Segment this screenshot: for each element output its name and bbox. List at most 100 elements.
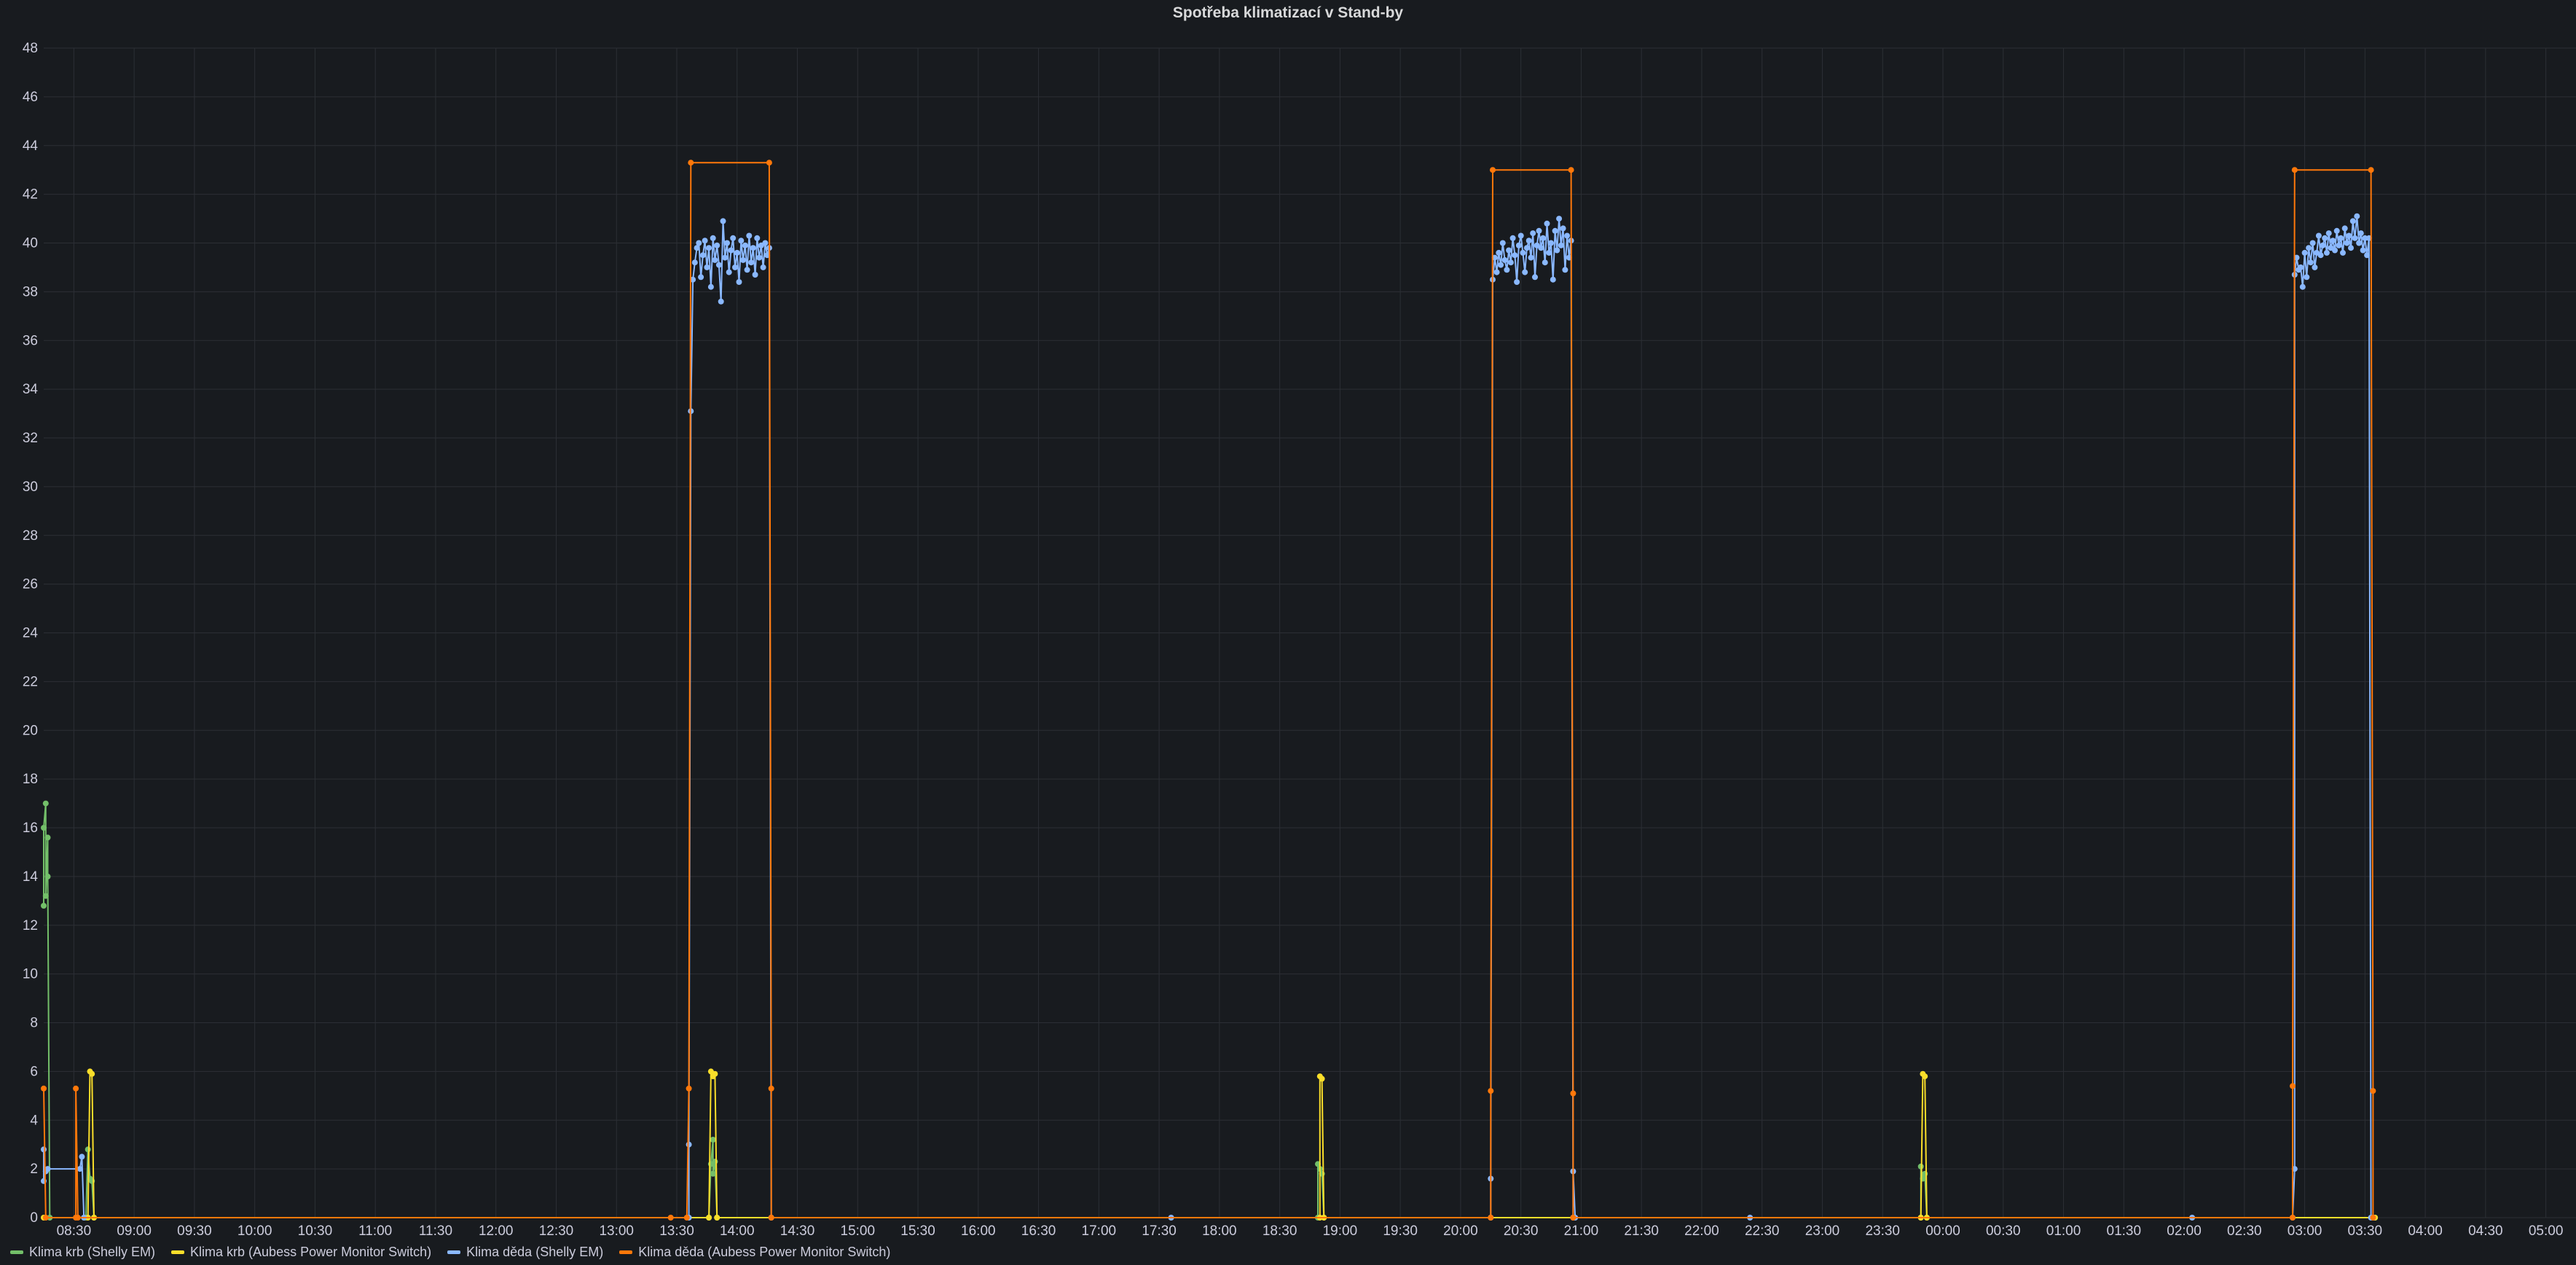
data-point (1520, 249, 1526, 256)
data-point (768, 1085, 774, 1092)
data-point (1517, 232, 1524, 239)
data-point (1564, 232, 1571, 239)
x-tick-label: 22:30 (1745, 1223, 1780, 1239)
x-tick-label: 03:00 (2288, 1223, 2322, 1239)
data-point (2322, 235, 2328, 241)
series-line (43, 215, 2373, 1218)
x-tick-label: 19:30 (1383, 1223, 1418, 1239)
data-point (1922, 1073, 1928, 1080)
data-point (707, 283, 714, 290)
x-tick-label: 13:30 (659, 1223, 694, 1239)
x-tick-label: 11:00 (358, 1223, 392, 1239)
data-point (718, 298, 724, 305)
y-tick-label: 4 (30, 1113, 38, 1128)
data-point (42, 1215, 49, 1221)
data-point (44, 834, 51, 841)
x-tick-label: 14:30 (780, 1223, 815, 1239)
y-tick-label: 16 (23, 821, 38, 836)
x-tick-label: 14:00 (720, 1223, 755, 1239)
series-line (43, 162, 2374, 1218)
data-point (722, 254, 729, 261)
data-point (1552, 227, 1558, 234)
legend-label: Klima krb (Aubess Power Monitor Switch) (190, 1244, 432, 1259)
y-tick-label: 32 (23, 431, 38, 446)
data-point (2290, 1083, 2296, 1089)
data-point (2299, 283, 2306, 290)
data-point (1488, 1088, 1494, 1094)
data-point (2333, 227, 2340, 234)
data-point (2336, 242, 2342, 248)
data-point (746, 232, 753, 239)
data-point (2348, 245, 2354, 251)
data-point (1536, 227, 1542, 234)
data-point (2323, 249, 2330, 256)
data-point (1550, 276, 1556, 283)
legend-label: Klima krb (Shelly EM) (29, 1244, 156, 1259)
x-tick-label: 11:30 (419, 1223, 452, 1239)
x-tick-label: 18:00 (1202, 1223, 1237, 1239)
x-tick-label: 23:00 (1805, 1223, 1840, 1239)
data-point (712, 1070, 718, 1077)
data-point (1515, 242, 1522, 248)
data-point (1512, 252, 1518, 259)
data-point (686, 1141, 692, 1148)
data-point (1570, 1215, 1576, 1221)
x-tick-label: 19:00 (1323, 1223, 1358, 1239)
chart-plot-area[interactable]: 0246810121416182022242628303234363840424… (0, 0, 2576, 1265)
data-point (696, 240, 702, 246)
x-tick-label: 22:00 (1684, 1223, 1719, 1239)
data-point (1540, 235, 1546, 241)
legend-label: Klima děda (Shelly EM) (466, 1244, 604, 1259)
y-tick-label: 38 (23, 284, 38, 299)
data-point (710, 1170, 716, 1177)
data-point (2368, 167, 2374, 173)
data-point (738, 238, 745, 244)
x-tick-label: 20:00 (1443, 1223, 1478, 1239)
data-point (691, 259, 698, 266)
data-point (1488, 1215, 1494, 1221)
data-point (41, 825, 47, 831)
data-point (699, 252, 706, 259)
data-point (2309, 240, 2316, 246)
data-point (2356, 240, 2363, 246)
y-tick-label: 0 (30, 1210, 38, 1226)
data-point (1562, 267, 1568, 273)
series-2 (41, 1068, 2379, 1221)
x-tick-label: 02:00 (2167, 1223, 2202, 1239)
data-point (734, 249, 740, 256)
data-point (720, 218, 726, 224)
legend-item-4[interactable]: Klima děda (Aubess Power Monitor Switch) (619, 1245, 890, 1260)
data-point (715, 262, 722, 268)
legend-swatch (619, 1250, 633, 1254)
data-point (706, 1215, 712, 1221)
data-point (2341, 225, 2348, 232)
y-tick-label: 10 (23, 967, 38, 982)
data-point (752, 272, 758, 278)
data-point (41, 1085, 47, 1092)
data-point (728, 247, 734, 254)
data-point (683, 1215, 690, 1221)
x-tick-label: 10:30 (298, 1223, 333, 1239)
data-point (710, 235, 716, 241)
data-point (1509, 235, 1516, 241)
data-point (1522, 269, 1528, 275)
data-point (712, 256, 718, 263)
y-tick-label: 46 (23, 90, 38, 105)
series-group (41, 160, 2379, 1221)
data-point (688, 160, 694, 166)
legend-item-2[interactable]: Klima krb (Aubess Power Monitor Switch) (171, 1245, 431, 1260)
x-tick-label: 23:30 (1865, 1223, 1900, 1239)
x-tick-label: 18:30 (1263, 1223, 1297, 1239)
x-tick-label: 21:30 (1624, 1223, 1659, 1239)
data-point (2352, 235, 2358, 241)
data-point (2307, 259, 2314, 266)
x-tick-label: 17:30 (1142, 1223, 1177, 1239)
data-point (2291, 167, 2298, 173)
y-tick-label: 14 (23, 869, 39, 885)
legend-item-3[interactable]: Klima děda (Shelly EM) (447, 1245, 603, 1260)
data-point (2354, 213, 2360, 219)
data-point (74, 1215, 81, 1221)
data-point (1507, 259, 1514, 266)
x-tick-label: 09:30 (177, 1223, 212, 1239)
legend-item-1[interactable]: Klima krb (Shelly EM) (10, 1245, 155, 1260)
